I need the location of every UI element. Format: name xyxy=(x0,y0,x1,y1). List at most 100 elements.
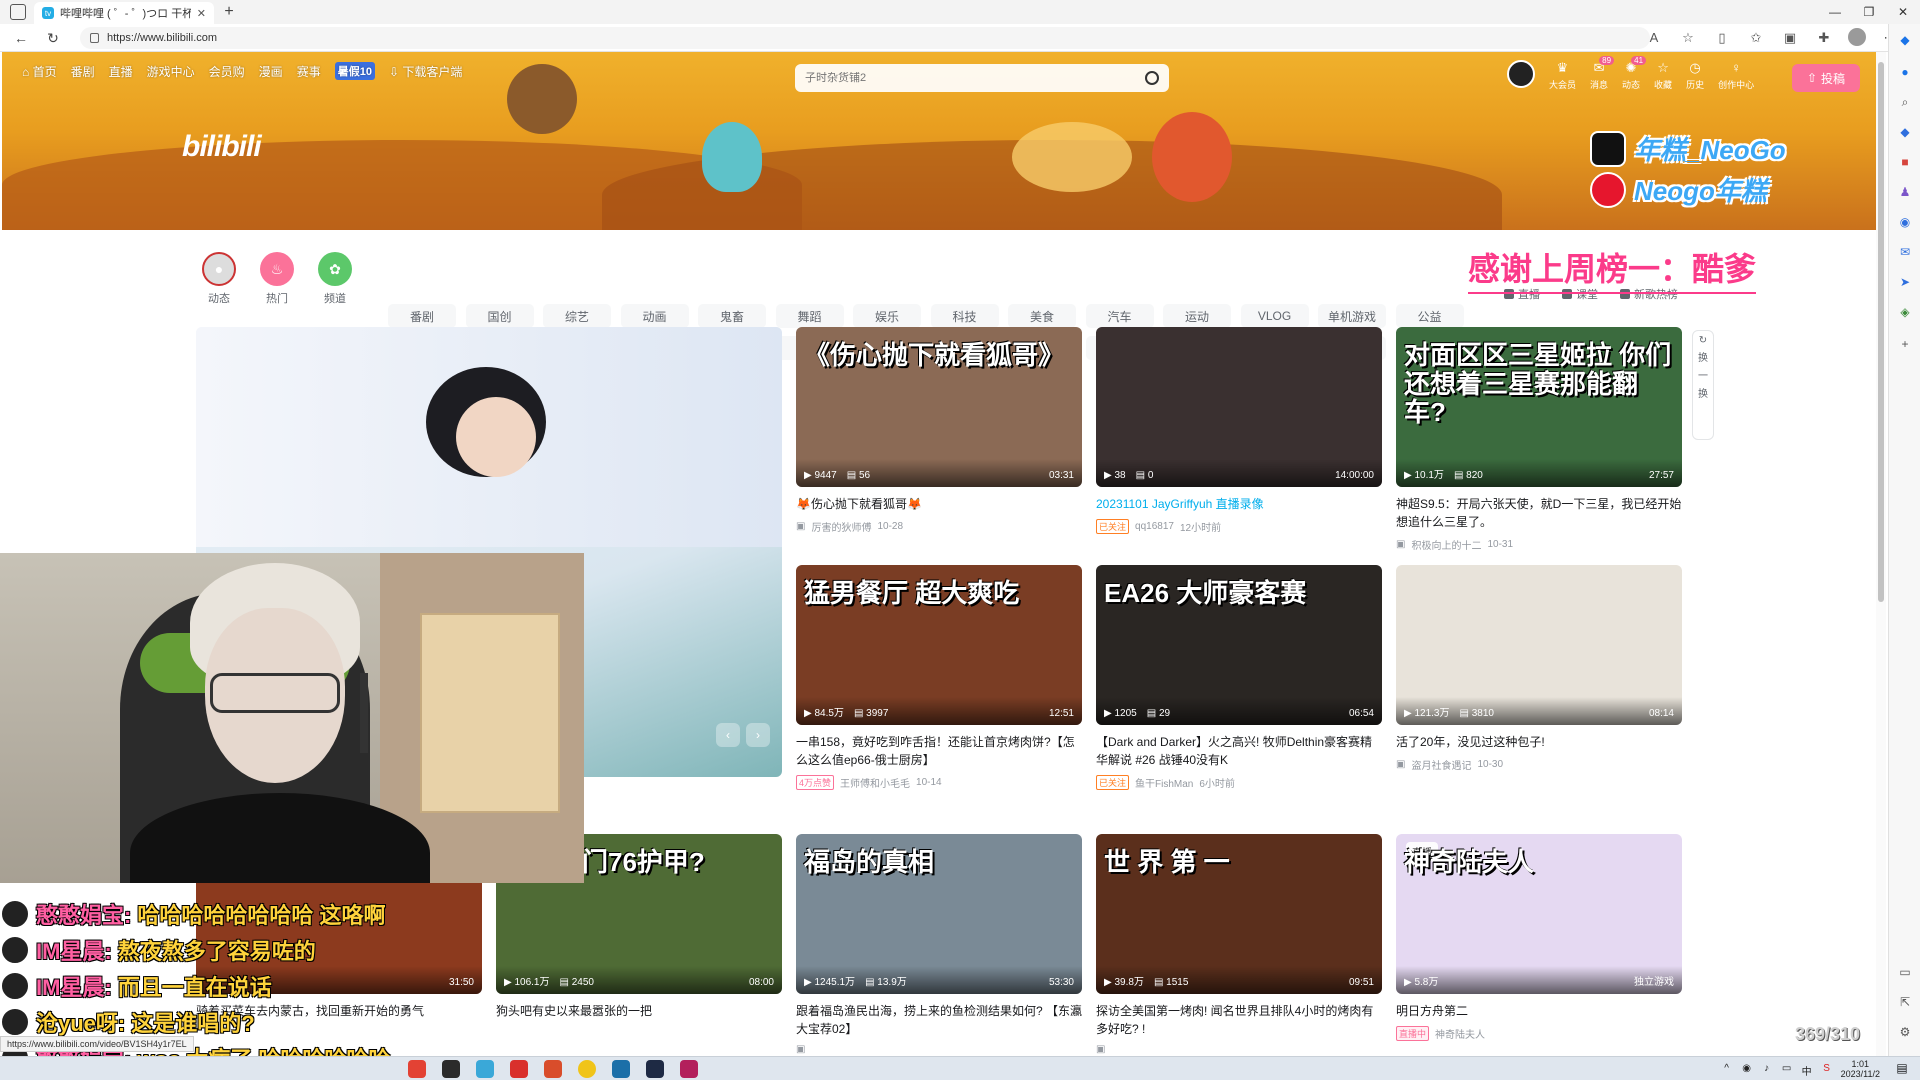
ime-icon[interactable]: 中 xyxy=(1801,1063,1813,1078)
tray-app-icon[interactable]: ◉ xyxy=(1741,1063,1753,1075)
sidebar-bell-icon[interactable]: ● xyxy=(1897,64,1913,80)
video-thumbnail[interactable]: ▶ 38 ▤ 0 14:00:00 xyxy=(1096,327,1382,487)
sidebar-layout-icon[interactable]: ▭ xyxy=(1897,964,1913,980)
category-button[interactable]: 汽车 xyxy=(1085,304,1154,328)
header-history[interactable]: ◷ 历史 xyxy=(1686,60,1704,91)
read-aloud-icon[interactable]: A xyxy=(1644,28,1664,48)
video-title[interactable]: 【Dark and Darker】火之高兴! 牧师Delthin豪客赛精华解说 … xyxy=(1096,733,1382,769)
channel-channels[interactable]: ✿ 频道 xyxy=(312,252,358,306)
uploader-name[interactable]: 盗月社食遇记 xyxy=(1411,757,1471,772)
category-button[interactable]: 运动 xyxy=(1163,304,1231,328)
category-button[interactable]: 娱乐 xyxy=(853,304,921,328)
video-card[interactable]: 《伤心抛下就看狐哥》 ▶ 9447 ▤ 56 03:31 🦊伤心抛下就看狐哥🦊 ▣ 厉害的狄… xyxy=(796,327,1082,534)
sidebar-tools-icon[interactable]: ■ xyxy=(1897,154,1913,170)
sidebar-send-icon[interactable]: ➤ xyxy=(1897,274,1913,290)
video-card[interactable]: ▶ 38 ▤ 0 14:00:00 20231101 JayGriffyuh 直播录像… xyxy=(1096,327,1382,534)
header-dynamic[interactable]: ✺ 41 动态 xyxy=(1622,56,1647,91)
antivirus-icon[interactable]: S xyxy=(1821,1063,1833,1075)
category-button[interactable]: 单机游戏 xyxy=(1318,304,1386,328)
carousel-next-button[interactable]: › xyxy=(746,723,770,747)
new-tab-icon[interactable]: + xyxy=(220,3,238,21)
video-title[interactable]: 20231101 JayGriffyuh 直播录像 xyxy=(1096,495,1382,513)
close-window-button[interactable]: ✕ xyxy=(1886,0,1920,24)
video-thumbnail[interactable]: 对面区区三星姬拉 你们还想着三星赛那能翻车? ▶ 10.1万 ▤ 820 27:57 xyxy=(1396,327,1682,487)
category-button[interactable]: 美食 xyxy=(1008,304,1076,328)
video-title[interactable]: 明日方舟第二 xyxy=(1396,1002,1682,1020)
taskbar-app-icon[interactable] xyxy=(510,1060,528,1078)
uploader-name[interactable]: 鱼干FishMan xyxy=(1135,775,1193,790)
video-thumbnail[interactable]: ▶ 121.3万 ▤ 3810 08:14 xyxy=(1396,565,1682,725)
taskbar-clock[interactable]: 1:01 2023/11/2 xyxy=(1841,1059,1880,1079)
header-message[interactable]: ✉ 89 消息 xyxy=(1590,56,1615,91)
video-card[interactable]: EA26 大师豪客赛 ▶ 1205 ▤ 29 06:54 【Dark and Darke… xyxy=(1096,565,1382,790)
steam-icon[interactable] xyxy=(646,1060,664,1078)
tab-close-icon[interactable]: ✕ xyxy=(197,7,206,20)
nav-item-live[interactable]: 直播 xyxy=(109,63,133,80)
category-button[interactable]: 番剧 xyxy=(388,304,456,328)
url-input[interactable]: https://www.bilibili.com xyxy=(80,27,1650,49)
category-button[interactable]: 综艺 xyxy=(543,304,611,328)
category-button[interactable]: 动画 xyxy=(620,304,689,328)
channel-hot[interactable]: ♨ 热门 xyxy=(254,252,300,306)
copilot-icon[interactable]: ◆ xyxy=(1897,32,1913,48)
nav-item-games[interactable]: 游戏中心 xyxy=(147,63,195,80)
minimize-button[interactable]: — xyxy=(1818,0,1852,24)
video-title[interactable]: 探访全美国第一烤肉! 闻名世界且排队4小时的烤肉有多好吃? ! xyxy=(1096,1002,1382,1038)
category-button[interactable]: 科技 xyxy=(930,304,999,328)
extensions-icon[interactable]: ✚ xyxy=(1814,28,1834,48)
maximize-button[interactable]: ❐ xyxy=(1852,0,1886,24)
uploader-name[interactable]: 厉害的狄师傅 xyxy=(811,519,871,534)
category-button[interactable]: 鬼畜 xyxy=(698,304,766,328)
video-title[interactable]: 跟着福岛渔民出海，捞上来的鱼检测结果如何? 【东瀛大宝荐02】 xyxy=(796,1002,1082,1038)
taskbar-app-icon[interactable] xyxy=(442,1060,460,1078)
favorites-icon[interactable]: ✩ xyxy=(1746,28,1766,48)
video-title[interactable]: 一串158，竟好吃到咋舌指！还能让首京烤肉饼?【怎么这么值ep66-俄士厨房】 xyxy=(796,733,1082,769)
sidebar-office-icon[interactable]: ◉ xyxy=(1897,214,1913,230)
sidebar-shopping-icon[interactable]: ◆ xyxy=(1897,124,1913,140)
sidebar-games-icon[interactable]: ♟ xyxy=(1897,184,1913,200)
upload-button[interactable]: ⇧ 投稿 xyxy=(1792,64,1860,92)
sidebar-outlook-icon[interactable]: ✉ xyxy=(1897,244,1913,260)
header-vip[interactable]: ♛ 大会员 xyxy=(1549,60,1576,91)
sidebar-settings-icon[interactable]: ⚙ xyxy=(1897,1024,1913,1040)
video-card[interactable]: 福岛的真相 ▶ 1245.1万 ▤ 13.9万 53:30 跟着福岛渔民出海，捞上来的鱼… xyxy=(796,834,1082,1055)
taskbar-app-icon[interactable] xyxy=(544,1060,562,1078)
video-thumbnail[interactable]: 《伤心抛下就看狐哥》 ▶ 9447 ▤ 56 03:31 xyxy=(796,327,1082,487)
sidebar-add-icon[interactable]: + xyxy=(1897,336,1913,352)
category-button[interactable]: 舞蹈 xyxy=(775,304,844,328)
video-card[interactable]: 猛男餐厅 超大爽吃 ▶ 84.5万 ▤ 3997 12:51 一串158，竟好吃到咋舌指… xyxy=(796,565,1082,790)
nav-item-manga[interactable]: 漫画 xyxy=(259,63,283,80)
video-thumbnail[interactable]: EA26 大师豪客赛 ▶ 1205 ▤ 29 06:54 xyxy=(1096,565,1382,725)
carousel-prev-button[interactable]: ‹ xyxy=(716,723,740,747)
taskbar-app-icon[interactable] xyxy=(476,1060,494,1078)
taskbar-app-icon[interactable] xyxy=(612,1060,630,1078)
refresh-feed-button[interactable]: ↻ 换 一 换 xyxy=(1692,330,1714,440)
nav-item-mall[interactable]: 会员购 xyxy=(209,63,245,80)
video-thumbnail[interactable]: 猛男餐厅 超大爽吃 ▶ 84.5万 ▤ 3997 12:51 xyxy=(796,565,1082,725)
uploader-name[interactable]: 神奇陆夫人 xyxy=(1435,1026,1485,1041)
nav-item-anime[interactable]: 番剧 xyxy=(71,63,95,80)
favorite-icon[interactable]: ☆ xyxy=(1678,28,1698,48)
nav-item-esports[interactable]: 赛事 xyxy=(297,63,321,80)
header-favorites[interactable]: ☆ 收藏 xyxy=(1654,60,1672,91)
search-icon[interactable] xyxy=(1145,71,1159,85)
tab-actions-icon[interactable] xyxy=(10,4,26,20)
network-icon[interactable]: ▭ xyxy=(1781,1063,1793,1075)
collections-icon[interactable]: ▣ xyxy=(1780,28,1800,48)
tray-chevron-icon[interactable]: ^ xyxy=(1721,1063,1733,1075)
user-avatar[interactable] xyxy=(1507,60,1535,88)
notification-icon[interactable]: ▤ xyxy=(1894,1061,1910,1077)
browser-tab-active[interactable]: tv 哔哩哔哩 ( ゜- ゜)つロ 干杯~-bili ✕ xyxy=(34,2,214,24)
video-title[interactable]: 狗头吧有史以来最嚣张的一把 xyxy=(496,1002,782,1020)
taskbar-app-icon[interactable] xyxy=(578,1060,596,1078)
uploader-name[interactable]: 王师傅和小毛毛 xyxy=(840,775,910,790)
split-screen-icon[interactable]: ▯ xyxy=(1712,28,1732,48)
search-input[interactable] xyxy=(805,72,1145,84)
video-card[interactable]: 世 界 第 一 ▶ 39.8万 ▤ 1515 09:51 探访全美国第一烤肉! 闻名世界… xyxy=(1096,834,1382,1055)
video-thumbnail[interactable]: 世 界 第 一 ▶ 39.8万 ▤ 1515 09:51 xyxy=(1096,834,1382,994)
video-thumbnail[interactable]: 直播 神奇陆夫人 ▶ 5.8万 独立游戏 xyxy=(1396,834,1682,994)
video-card[interactable]: 直播 神奇陆夫人 ▶ 5.8万 独立游戏 明日方舟第二 直播中 神奇陆夫人 xyxy=(1396,834,1682,1041)
sidebar-search-icon[interactable]: ⌕ xyxy=(1897,94,1913,110)
profile-avatar[interactable] xyxy=(1848,28,1866,46)
sidebar-drop-icon[interactable]: ◈ xyxy=(1897,304,1913,320)
